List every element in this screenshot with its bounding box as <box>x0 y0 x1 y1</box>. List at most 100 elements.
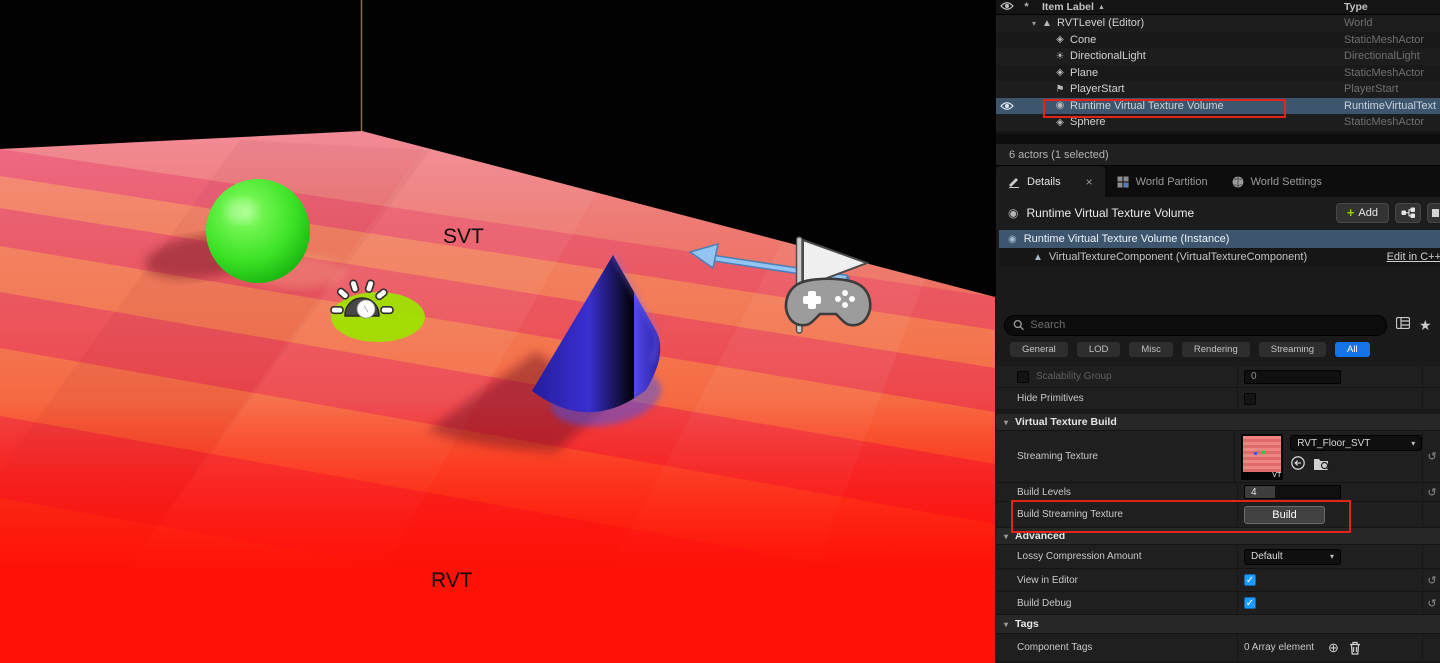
actor-label: DirectionalLight <box>1070 50 1146 63</box>
component-row-instance[interactable]: ◉ Runtime Virtual Texture Volume (Instan… <box>999 230 1440 248</box>
filter-rendering[interactable]: Rendering <box>1181 342 1250 357</box>
add-array-element-icon[interactable]: ⊕ <box>1328 640 1339 656</box>
pinned-column-icon[interactable]: * <box>1017 1 1036 13</box>
streaming-texture-dropdown[interactable]: RVT_Floor_SVT ▾ <box>1290 435 1423 451</box>
clipped-toolbar-button[interactable] <box>1427 202 1440 223</box>
label-svt: SVT <box>443 225 484 248</box>
rvt-volume-icon: ◉ <box>1008 205 1019 220</box>
details-header: ◉ Runtime Virtual Texture Volume + Add <box>996 197 1440 228</box>
property-label: Build Debug <box>1017 597 1072 609</box>
actor-type: RuntimeVirtualText <box>1344 99 1437 112</box>
filter-misc[interactable]: Misc <box>1129 342 1173 357</box>
actor-type: StaticMeshActor <box>1344 33 1425 46</box>
view-in-editor-checkbox[interactable]: ✓ <box>1244 574 1256 586</box>
delete-array-icon[interactable] <box>1349 641 1361 655</box>
outliner-row-sphere[interactable]: ◈ Sphere StaticMeshActor <box>996 114 1440 131</box>
property-label: Hide Primitives <box>1017 393 1084 404</box>
use-selected-asset-icon[interactable] <box>1290 455 1306 471</box>
close-tab-icon[interactable]: × <box>1086 175 1093 189</box>
row-component-tags: Component Tags 0 Array element ⊕ <box>996 634 1440 662</box>
category-advanced[interactable]: ▾ Advanced <box>996 528 1440 545</box>
outliner-row-rvt-volume-selected[interactable]: ◉ Runtime Virtual Texture Volume Runtime… <box>996 97 1440 114</box>
search-box[interactable] <box>1004 314 1387 336</box>
category-tags[interactable]: ▾ Tags <box>996 615 1440 634</box>
build-levels-field[interactable]: 4 <box>1244 485 1341 499</box>
visibility-eye-icon[interactable] <box>996 101 1017 111</box>
actor-type: StaticMeshActor <box>1344 116 1425 129</box>
add-component-button[interactable]: + Add <box>1335 202 1389 223</box>
details-tab-bar: Details × World Partition World Settings <box>996 166 1440 197</box>
unreal-editor-window: SVT RVT * Item Label ▲ Type ▾ ▲ RVTLevel… <box>0 0 1440 663</box>
visibility-column-eye-icon[interactable] <box>996 1 1017 14</box>
component-row-virtualtexture[interactable]: ▲ VirtualTextureComponent (VirtualTextur… <box>999 248 1440 266</box>
component-label: VirtualTextureComponent (VirtualTextureC… <box>1048 251 1308 263</box>
world-partition-icon <box>1116 175 1129 188</box>
edit-blueprint-button[interactable] <box>1395 202 1421 223</box>
outliner-header[interactable]: * Item Label ▲ Type <box>996 0 1440 15</box>
static-mesh-icon: ◈ <box>1056 116 1064 128</box>
display-options-grid-icon[interactable] <box>1395 316 1411 334</box>
actor-label: Cone <box>1070 33 1097 46</box>
property-grid: Scalability Group 0 Hide Primitives ▾ Vi… <box>996 366 1440 662</box>
static-mesh-icon: ◈ <box>1056 34 1064 46</box>
details-filter-chips: General LOD Misc Rendering Streaming All <box>996 342 1440 357</box>
edit-in-cpp-link[interactable]: Edit in C++ <box>1387 251 1440 263</box>
actor-label: Plane <box>1070 66 1099 79</box>
type-column-header[interactable]: Type <box>1344 1 1440 13</box>
sphere-highlight <box>225 199 257 223</box>
scalability-group-field[interactable]: 0 <box>1244 369 1341 384</box>
row-streaming-texture: Streaming Texture VT RVT_Floor_SVT ▾ ↺ <box>996 431 1440 483</box>
filter-general[interactable]: General <box>1010 342 1068 357</box>
build-button[interactable]: Build <box>1244 505 1325 524</box>
sort-ascending-icon: ▲ <box>1097 3 1105 11</box>
outliner-row-plane[interactable]: ◈ Plane StaticMeshActor <box>996 64 1440 81</box>
blueprint-node-icon <box>1401 207 1415 218</box>
vt-badge: VT <box>1272 472 1282 479</box>
reset-to-default-icon[interactable]: ↺ <box>1427 597 1436 610</box>
filter-lod[interactable]: LOD <box>1076 342 1121 357</box>
player-start-icon: ⚑ <box>1055 83 1065 95</box>
lossy-compression-dropdown[interactable]: Default ▾ <box>1244 548 1341 565</box>
reset-to-default-icon[interactable]: ↺ <box>1427 574 1436 587</box>
property-label: Build Levels <box>1017 486 1071 498</box>
property-label: Build Streaming Texture <box>1017 509 1123 520</box>
viewport-3d[interactable]: SVT RVT <box>0 0 995 663</box>
tab-world-settings[interactable]: World Settings <box>1220 166 1334 197</box>
row-hide-primitives: Hide Primitives <box>996 388 1440 410</box>
texture-thumbnail[interactable]: VT <box>1241 434 1284 480</box>
array-element-count: 0 Array element <box>1244 642 1315 653</box>
plus-icon: + <box>1346 205 1355 220</box>
item-label-column-header[interactable]: Item Label ▲ <box>1036 1 1344 13</box>
outliner-row-playerstart[interactable]: ⚑ PlayerStart PlayerStart <box>996 81 1440 98</box>
reset-to-default-icon[interactable]: ↺ <box>1427 486 1436 499</box>
tab-details[interactable]: Details × <box>996 166 1105 197</box>
filter-all[interactable]: All <box>1335 342 1370 357</box>
row-scalability-group: Scalability Group 0 <box>996 366 1440 388</box>
scalability-checkbox[interactable] <box>1017 370 1029 383</box>
build-debug-checkbox[interactable]: ✓ <box>1244 597 1256 609</box>
selected-actor-title: Runtime Virtual Texture Volume <box>1026 205 1195 220</box>
search-input[interactable] <box>1030 319 1378 331</box>
expander-down-icon[interactable]: ▾ <box>1028 19 1040 28</box>
tab-world-partition[interactable]: World Partition <box>1105 166 1220 197</box>
browse-to-asset-icon[interactable] <box>1313 456 1331 471</box>
hide-primitives-checkbox[interactable] <box>1244 392 1256 405</box>
filter-streaming[interactable]: Streaming <box>1258 342 1327 357</box>
rvt-volume-icon: ◉ <box>1055 100 1065 112</box>
outliner-row-directionallight[interactable]: ☀ DirectionalLight DirectionalLight <box>996 48 1440 65</box>
component-icon: ▲ <box>1033 251 1043 263</box>
sphere-actor[interactable] <box>206 179 310 283</box>
actor-type: StaticMeshActor <box>1344 66 1425 79</box>
outliner-row-cone[interactable]: ◈ Cone StaticMeshActor <box>996 31 1440 48</box>
category-virtual-texture-build[interactable]: ▾ Virtual Texture Build <box>996 414 1440 431</box>
actor-label: Sphere <box>1070 116 1106 129</box>
label-rvt: RVT <box>431 569 473 592</box>
outliner-status-bar: 6 actors (1 selected) <box>996 144 1440 166</box>
property-label: Component Tags <box>1017 642 1093 653</box>
rvt-volume-icon: ◉ <box>1008 233 1017 245</box>
reset-to-default-icon[interactable]: ↺ <box>1428 450 1437 463</box>
directional-light-icon: ☀ <box>1055 50 1065 62</box>
outliner-row-rvtlevel[interactable]: ▾ ▲ RVTLevel (Editor) World <box>996 15 1440 32</box>
static-mesh-icon: ◈ <box>1056 67 1064 79</box>
favorites-star-icon[interactable]: ★ <box>1419 317 1432 334</box>
